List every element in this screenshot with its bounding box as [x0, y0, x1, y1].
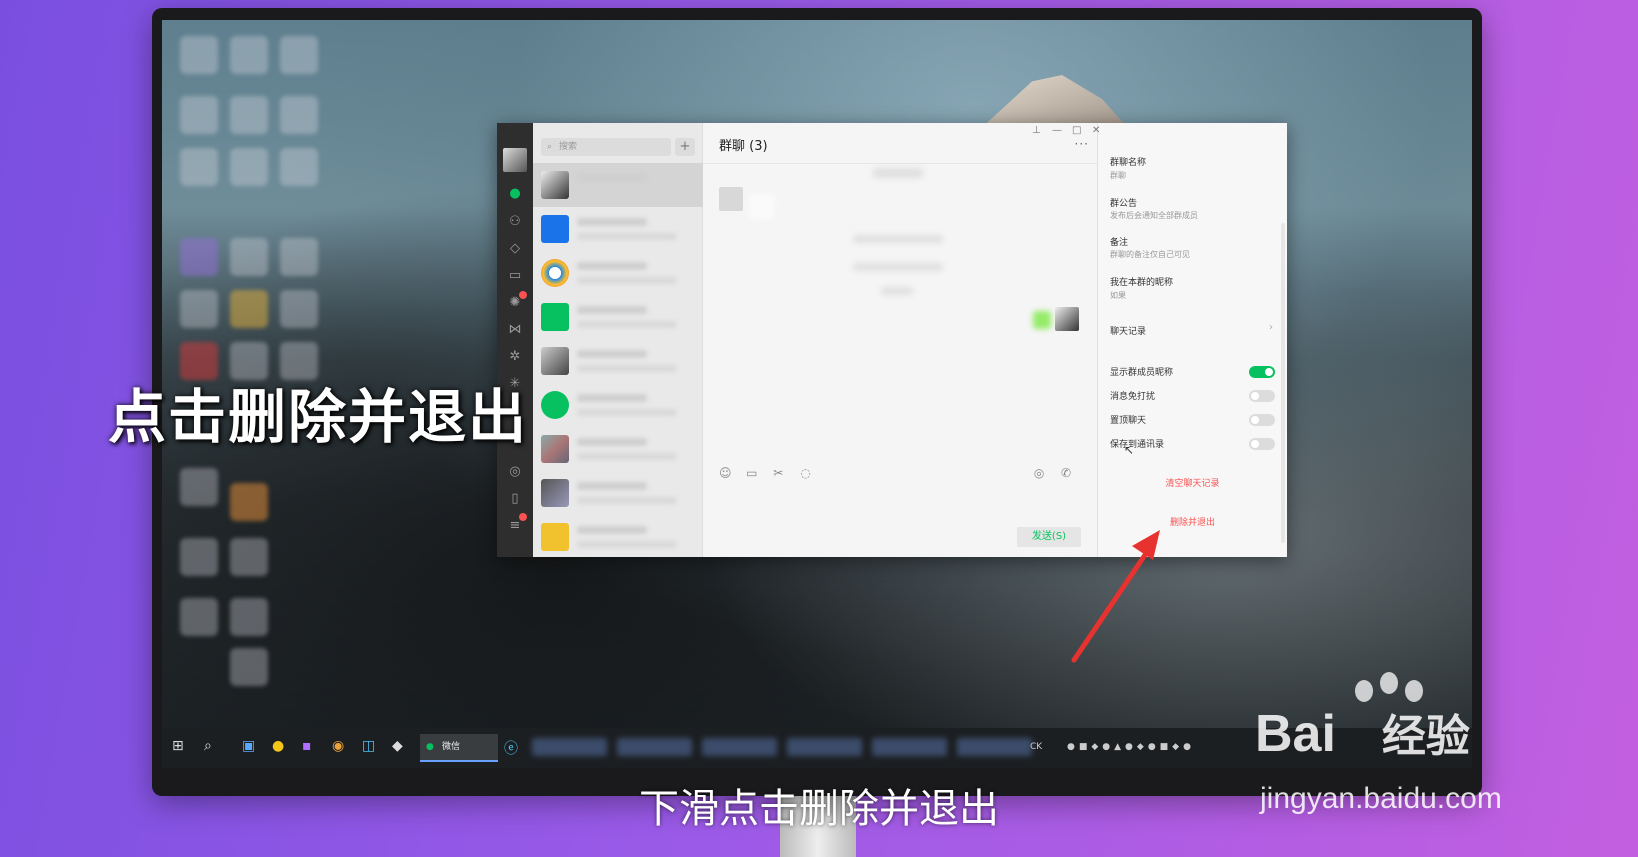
chrome-icon[interactable]: ◉ — [332, 738, 344, 754]
baidu-watermark: Bai 经验 — [1255, 700, 1470, 764]
paw-icon — [1380, 672, 1398, 694]
app-icon[interactable]: ● — [272, 738, 284, 754]
blurred-taskbar-app[interactable] — [617, 738, 692, 756]
input-method-indicator[interactable]: CK — [1030, 742, 1042, 752]
watermark-url: jingyan.baidu.com — [1260, 782, 1502, 815]
blurred-taskbar-app[interactable] — [872, 738, 947, 756]
search-icon[interactable]: ⌕ — [204, 738, 212, 754]
photos-icon[interactable]: ▣ — [242, 738, 255, 754]
blurred-taskbar-app[interactable] — [957, 738, 1032, 756]
browser-icon[interactable]: ◫ — [362, 738, 375, 754]
watermark-logo-text: Bai — [1255, 705, 1336, 763]
blurred-taskbar-app[interactable] — [787, 738, 862, 756]
blurred-taskbar-app[interactable] — [532, 738, 607, 756]
qq-icon[interactable]: ◆ — [392, 738, 403, 754]
start-icon[interactable]: ⊞ — [172, 738, 184, 754]
edge-icon[interactable]: ⓔ — [504, 738, 518, 758]
watermark-suffix: 经验 — [1381, 711, 1470, 762]
overlay-caption: 点击删除并退出 — [108, 383, 529, 451]
paw-icon — [1405, 680, 1423, 702]
taskbar-wechat-app[interactable]: ● 微信 — [420, 734, 498, 762]
taskbar-wechat-label: 微信 — [442, 742, 461, 752]
premiere-icon[interactable]: ▪ — [302, 738, 312, 754]
blurred-taskbar-app[interactable] — [702, 738, 777, 756]
paw-icon — [1355, 680, 1373, 702]
wechat-icon: ● — [426, 742, 434, 752]
system-tray-icons[interactable]: ●■◆●▲●◆●■◆● — [1067, 742, 1195, 752]
